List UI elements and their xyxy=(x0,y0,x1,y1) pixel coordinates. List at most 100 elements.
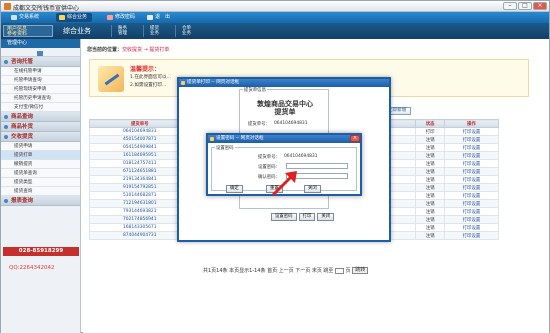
subnav-button-label: 提货 业务 xyxy=(150,26,159,36)
minimize-button[interactable]: – xyxy=(503,2,517,10)
print-setting-link[interactable]: 打印设置 xyxy=(443,223,500,232)
sidebar-item[interactable]: 提货类型 xyxy=(1,178,80,187)
sidebar-item[interactable]: 提货单查询 xyxy=(1,169,80,178)
set-password-button[interactable]: 设置密码 xyxy=(271,213,297,221)
delivery-no-cell: 510144682871 xyxy=(88,191,191,200)
top-nav-label: 交易系统 xyxy=(19,14,40,20)
delivery-no-cell: 671124651881 xyxy=(88,167,191,176)
table-cell: 注销 xyxy=(415,199,445,208)
receipt-legend: 提货单信息 xyxy=(243,87,267,93)
sidebar-group-consult[interactable]: 咨询托管 xyxy=(1,57,80,67)
go-button[interactable]: 跳转 xyxy=(352,267,369,274)
delivery-no-cell: 450154007871 xyxy=(88,135,191,144)
print-setting-link[interactable]: 打印设置 xyxy=(443,167,500,176)
top-nav-trade[interactable]: 交易系统 xyxy=(11,13,39,22)
top-nav-business[interactable]: 综合业务 xyxy=(56,13,93,22)
delivery-no-cell: 064104694831 xyxy=(88,127,191,136)
delivery-no-cell: 161184695951 xyxy=(88,151,191,160)
subnav-button-label: 账务 管理 xyxy=(118,26,127,36)
top-nav-password[interactable]: 修改密码 xyxy=(107,13,135,22)
subnav-warehouse-button[interactable]: 仓单 业务 xyxy=(175,25,197,37)
sidebar-item[interactable]: 提货查询 xyxy=(1,187,80,196)
subnav-accounts-button[interactable]: 账务 管理 xyxy=(111,25,133,37)
delivery-no-cell: 712194631801 xyxy=(88,199,191,208)
sidebar-item[interactable]: 托管历史申请查询 xyxy=(1,94,80,103)
table-cell: 注销 xyxy=(415,175,445,184)
sidebar-group-restock[interactable]: 商品补货 xyxy=(1,122,80,132)
receipt-dialog-title: 提货单打印 -- 网页对话框 xyxy=(179,79,389,87)
receipt-no-value: 064104694831 xyxy=(274,121,308,126)
print-setting-link[interactable]: 打印设置 xyxy=(443,135,500,144)
table-cell: 注销 xyxy=(415,191,445,200)
print-setting-link[interactable]: 打印设置 xyxy=(443,215,500,224)
close-icon[interactable]: × xyxy=(350,135,360,142)
key-icon xyxy=(107,15,113,20)
delivery-no-cell: 168143305671 xyxy=(88,223,191,232)
print-setting-link[interactable]: 打印设置 xyxy=(443,231,500,240)
sidebar-group-reports[interactable]: 报表查询 xyxy=(1,196,80,206)
maximize-button[interactable]: □ xyxy=(518,2,532,10)
receipt-subheading: 提货单 xyxy=(274,108,296,116)
tip-line: 2.如需设置打印... xyxy=(130,83,167,88)
print-setting-link[interactable]: 打印设置 xyxy=(443,207,500,216)
print-setting-link[interactable]: 打印设置 xyxy=(443,143,500,152)
trade-icon xyxy=(11,15,17,20)
pager-text: 共1页14条 本页显示1-14条 首页 上一页 下一页 末页 跳至 xyxy=(203,268,334,274)
pager-unit: 页 xyxy=(345,268,351,274)
subnav-button-label: 仓单 业务 xyxy=(182,26,191,36)
sidebar-header: 管理中心 xyxy=(1,39,80,48)
table-cell: 注销 xyxy=(415,183,445,192)
receipt-no-label: 提货单号： xyxy=(248,122,270,127)
app-window: 成都文交所钱币宣供中心 – □ × 交易系统 综合业务 修改密码 退 出 用户信… xyxy=(0,0,550,333)
business-icon xyxy=(59,15,65,20)
sidebar-item[interactable]: 提货申请 xyxy=(1,142,80,151)
sidebar-item[interactable]: 支付宝/微信付 xyxy=(1,103,80,112)
pager: 共1页14条 本页显示1-14条 首页 上一页 下一页 末页 跳至 页 跳转 xyxy=(203,267,369,274)
delivery-no-cell: 702174856941 xyxy=(88,215,191,224)
confirm-button[interactable]: 确定 xyxy=(226,185,243,193)
top-nav-logout[interactable]: 退 出 xyxy=(147,13,170,22)
sidebar-item[interactable]: 托管申请查询 xyxy=(1,76,80,85)
delivery-no-cell: 219134364841 xyxy=(88,175,191,184)
breadcrumb-prefix: 您当前的位置： xyxy=(87,47,123,53)
close-window-button[interactable]: × xyxy=(533,2,547,10)
top-nav-label: 综合业务 xyxy=(67,14,88,20)
page-input[interactable] xyxy=(335,267,345,274)
logout-icon xyxy=(147,15,153,20)
print-setting-link[interactable]: 打印设置 xyxy=(443,183,500,192)
top-nav-label: 修改密码 xyxy=(115,14,136,20)
receipt-buttons: 设置密码 打印 关闭 xyxy=(271,213,336,221)
sidebar-item-selected[interactable]: 提货打单 xyxy=(1,151,80,160)
close-receipt-button[interactable]: 关闭 xyxy=(317,213,335,221)
sidebar-group-delivery[interactable]: 交收提货 xyxy=(1,132,80,142)
delivery-no-cell: 054154909841 xyxy=(88,143,191,152)
module-title: 综合业务 xyxy=(63,27,91,35)
print-setting-link[interactable]: 打印设置 xyxy=(443,199,500,208)
tip-title: 温馨提示： xyxy=(130,66,161,73)
sidebar-item[interactable]: 托管现场安申请 xyxy=(1,85,80,94)
print-setting-link[interactable]: 打印设置 xyxy=(443,127,500,136)
print-setting-link[interactable]: 打印设置 xyxy=(443,151,500,160)
window-title: 成都文交所钱币宣供中心 xyxy=(13,5,80,12)
print-setting-link[interactable]: 打印设置 xyxy=(443,191,500,200)
column-header: 提货单号 xyxy=(88,119,191,128)
sidebar: 管理中心 咨询托管 在线托管申请 托管申请查询 托管现场安申请 托管历史申请查询… xyxy=(1,39,81,333)
sidebar-item[interactable]: 在线托管申请 xyxy=(1,67,80,76)
sidebar-item[interactable]: 撤销提货 xyxy=(1,160,80,169)
print-button[interactable]: 打印 xyxy=(298,213,316,221)
print-setting-link[interactable]: 打印设置 xyxy=(443,175,500,184)
table-cell: 注销 xyxy=(415,143,445,152)
top-nav: 交易系统 综合业务 修改密码 退 出 xyxy=(1,12,549,23)
subnav-delivery-button[interactable]: 提货 业务 xyxy=(143,25,165,37)
user-info-box[interactable]: 用户信息 参考资料 xyxy=(3,25,53,37)
sidebar-group-goods[interactable]: 商品查询 xyxy=(1,112,80,122)
column-header: 操作 xyxy=(443,119,500,128)
password-no-label: 提货单号： xyxy=(258,155,280,160)
home-icon[interactable] xyxy=(37,51,43,56)
table-cell: 注销 xyxy=(415,223,445,232)
print-setting-link[interactable]: 打印设置 xyxy=(443,159,500,168)
table-cell: 注销 xyxy=(415,159,445,168)
close-password-button[interactable]: 关闭 xyxy=(304,185,321,193)
table-cell: 注销 xyxy=(415,167,445,176)
sidebar-home-row xyxy=(1,48,80,57)
